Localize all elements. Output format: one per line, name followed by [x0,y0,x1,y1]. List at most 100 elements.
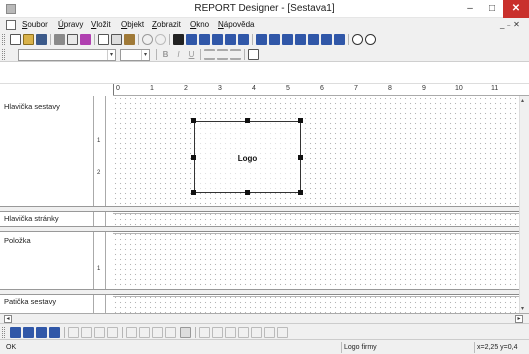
checkbox-icon[interactable] [295,34,306,45]
undo-icon[interactable] [142,34,153,45]
resize-handle-se[interactable] [298,190,303,195]
resize-handle-ne[interactable] [298,118,303,123]
bring-front-icon[interactable] [10,327,21,338]
subreport-icon[interactable] [321,34,332,45]
font-size-select[interactable]: ▾ [120,49,150,61]
vertical-scrollbar[interactable]: ▴ ▾ [519,96,529,313]
zoom-out-icon[interactable] [365,34,376,45]
resize-handle-n[interactable] [245,118,250,123]
same-height-icon[interactable] [165,327,176,338]
zoom-in-icon[interactable] [352,34,363,45]
band-area-item[interactable] [113,232,529,290]
picture-icon[interactable] [256,34,267,45]
send-back-icon[interactable] [23,327,34,338]
print-preview-icon[interactable] [67,34,78,45]
band-label-report-footer[interactable]: Patička sestavy [0,295,94,313]
resize-handle-w[interactable] [191,155,196,160]
align-top-icon[interactable] [107,327,118,338]
align-left-icon[interactable] [68,327,79,338]
band-area-page-header[interactable] [113,212,529,226]
rectangle-icon[interactable] [269,34,280,45]
font-name-select[interactable]: ▾ [18,49,116,61]
group-icon[interactable] [36,327,47,338]
toolbar-grip[interactable] [2,34,5,45]
minimize-button[interactable]: – [459,0,481,18]
center-vertical-icon[interactable] [238,327,249,338]
line-icon[interactable] [238,34,249,45]
resize-handle-nw[interactable] [191,118,196,123]
pointer-icon[interactable] [173,34,184,45]
text-field-icon[interactable] [186,34,197,45]
properties-icon[interactable] [248,49,259,60]
print-icon[interactable] [54,34,65,45]
band-label-report-header[interactable]: Hlavička sestavy [0,96,94,206]
snap-grid-icon[interactable] [264,327,275,338]
cut-icon[interactable] [98,34,109,45]
center-horizontal-icon[interactable] [225,327,236,338]
horizontal-scrollbar[interactable]: ◂ ▸ [0,313,529,323]
sum-icon[interactable] [212,34,223,45]
wizard-icon[interactable] [80,34,91,45]
band-area-report-header[interactable] [113,96,529,206]
copy-icon[interactable] [111,34,122,45]
open-icon[interactable] [23,34,34,45]
same-size-icon[interactable] [180,327,191,338]
menu-zobrazit[interactable]: Zobrazit [152,20,181,29]
band-icon[interactable] [334,34,345,45]
formula-icon[interactable] [225,34,236,45]
bold-button[interactable]: B [160,49,171,60]
align-center-icon[interactable] [81,327,92,338]
band-area-report-footer[interactable] [113,295,529,313]
space-horizontal-icon[interactable] [199,327,210,338]
status-text: OK [6,344,17,351]
scroll-right-icon[interactable]: ▸ [515,315,523,323]
toolbar-grip[interactable] [2,327,5,338]
logo-element[interactable]: Logo [194,121,301,193]
maximize-button[interactable]: □ [481,0,503,18]
band-label-page-header[interactable]: Hlavička stránky [0,212,94,226]
space-vertical-icon[interactable] [212,327,223,338]
menu-upravy[interactable]: Úpravy [58,20,83,29]
resize-handle-s[interactable] [245,190,250,195]
chevron-down-icon[interactable]: ▾ [141,50,149,60]
italic-button[interactable]: I [173,49,184,60]
save-icon[interactable] [36,34,47,45]
resize-handle-e[interactable] [298,155,303,160]
same-width-icon[interactable] [152,327,163,338]
toolbar-grip[interactable] [2,49,5,60]
band-label-item[interactable]: Položka [0,232,94,290]
menu-soubor[interactable]: Soubor [22,20,48,29]
scroll-down-icon[interactable]: ▾ [521,305,524,312]
chart-icon[interactable] [308,34,319,45]
paste-icon[interactable] [124,34,135,45]
underline-button[interactable]: U [186,49,197,60]
close-button[interactable]: ✕ [503,0,529,18]
align-center-icon[interactable] [217,49,228,60]
lock-icon[interactable] [277,327,288,338]
menu-okno[interactable]: Okno [190,20,209,29]
resize-handle-sw[interactable] [191,190,196,195]
status-bar: OK Logo firmy x=2,25 y=0,4 [0,339,529,354]
menu-napoveda[interactable]: Nápověda [218,20,254,29]
vruler-tick: 1 [97,138,101,144]
new-icon[interactable] [10,34,21,45]
mdi-controls[interactable]: _ ₋ ✕ [500,20,520,29]
menu-objekt[interactable]: Objekt [121,20,144,29]
align-middle-icon[interactable] [126,327,137,338]
align-right-icon[interactable] [94,327,105,338]
align-bottom-icon[interactable] [139,327,150,338]
chevron-down-icon[interactable]: ▾ [107,50,115,60]
ungroup-icon[interactable] [49,327,60,338]
barcode-icon[interactable] [282,34,293,45]
db-field-icon[interactable] [199,34,210,45]
tab-order-icon[interactable] [251,327,262,338]
align-left-icon[interactable] [204,49,215,60]
align-right-icon[interactable] [230,49,241,60]
menu-vlozit[interactable]: Vložit [91,20,111,29]
scroll-left-icon[interactable]: ◂ [4,315,12,323]
window-title: REPORT Designer - [Sestava1] [194,3,335,14]
scroll-up-icon[interactable]: ▴ [521,97,524,104]
toolbar-separator [156,49,157,60]
redo-icon[interactable] [155,34,166,45]
document-icon[interactable] [6,20,16,30]
